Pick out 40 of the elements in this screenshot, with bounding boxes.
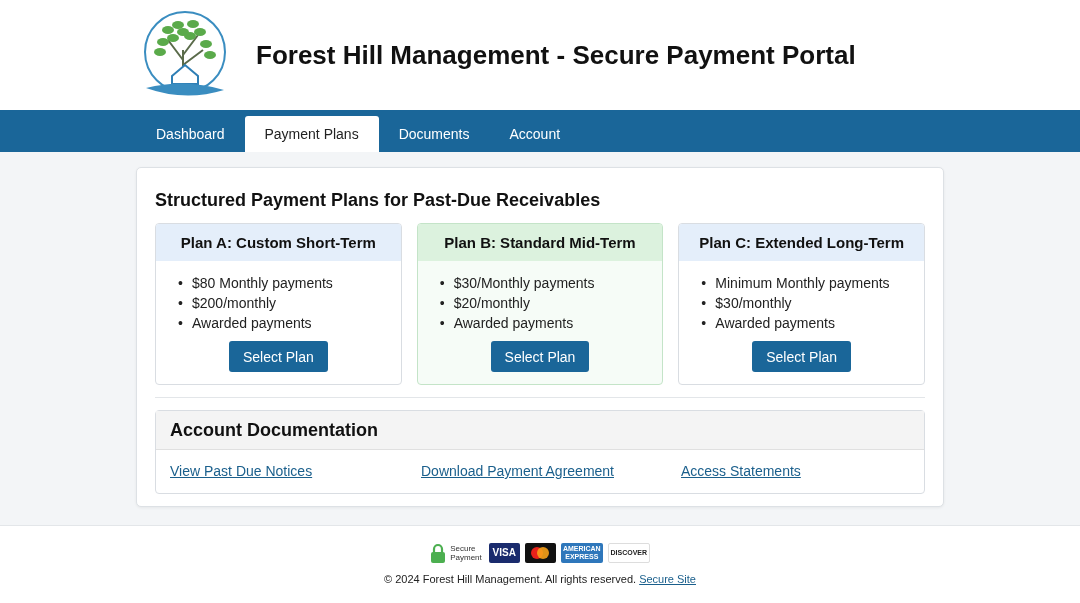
plan-feature: Awarded payments xyxy=(192,314,312,333)
plan-feature: $200/monthly xyxy=(192,294,277,313)
bullet: • xyxy=(439,274,446,293)
plan-feature: $20/monthly xyxy=(453,294,530,313)
lock-icon xyxy=(430,543,447,563)
plan-title: Plan C: Extended Long-Term xyxy=(679,224,924,261)
nav-tab[interactable]: Payment Plans xyxy=(244,116,379,152)
bullet: • xyxy=(701,294,708,313)
bullet: • xyxy=(178,274,184,293)
bullet: • xyxy=(701,274,708,293)
document-link[interactable]: View Past Due Notices xyxy=(170,463,313,479)
plan-feature: Awarded payments xyxy=(715,314,835,333)
documentation-title: Account Documentation xyxy=(156,411,924,450)
section-title: Structured Payment Plans for Past-Due Receivables xyxy=(155,190,602,211)
nav-tab[interactable]: Documents xyxy=(378,116,490,152)
copyright-text: © 2024 Forest Hill Management. All rights reserved. Secure Site xyxy=(384,573,696,585)
plan-feature: Minimum Monthly payments xyxy=(715,274,890,293)
secure-site-link[interactable]: Secure Site xyxy=(639,573,696,585)
bullet: • xyxy=(178,294,184,313)
plan-feature: Awarded payments xyxy=(453,314,574,333)
select-plan-button[interactable]: Select Plan xyxy=(752,341,852,372)
nav-tab[interactable]: Dashboard xyxy=(136,116,245,152)
select-plan-button[interactable]: Select Plan xyxy=(228,341,328,372)
plan-feature: $30/monthly xyxy=(715,294,792,313)
secure-payment-label: Secure Payment xyxy=(450,544,482,562)
document-link[interactable]: Download Payment Agreement xyxy=(421,463,614,479)
mastercard-logo xyxy=(524,543,556,563)
document-link[interactable]: Access Statements xyxy=(681,463,801,479)
plan-title: Plan A: Custom Short-Term xyxy=(156,224,401,261)
plan-title: Plan B: Standard Mid-Term xyxy=(417,224,663,261)
plan-feature: $30/Monthly payments xyxy=(453,274,595,293)
bullet: • xyxy=(439,294,446,313)
bullet: • xyxy=(701,314,708,333)
select-plan-button[interactable]: Select Plan xyxy=(490,341,590,372)
bullet: • xyxy=(439,314,446,333)
card-logo: VISA xyxy=(488,543,520,563)
bullet: • xyxy=(178,314,184,333)
nav-tab[interactable]: Account xyxy=(489,116,581,152)
plan-feature: $80 Monthly payments xyxy=(192,274,333,293)
page-title: Forest Hill Management - Secure Payment Portal xyxy=(256,39,856,71)
